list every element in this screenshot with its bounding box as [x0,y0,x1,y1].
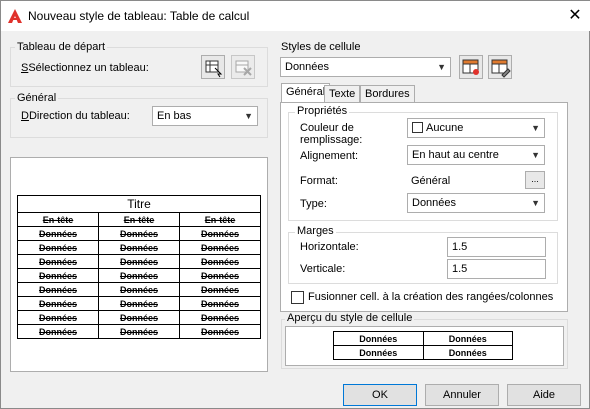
cell-style-select[interactable]: Données ▼ [280,57,451,77]
title-bar: Nouveau style de tableau: Table de calcu… [1,1,590,31]
preview-data-cell: Données [179,324,261,339]
table-direction-label: DDirection du tableau: [21,110,130,122]
select-table-label: SSélectionnez un tableau: [21,62,149,74]
new-cell-style-icon [462,59,479,75]
preview-data-cell: Données [98,240,180,255]
cell-preview-cell: Données [422,331,513,346]
preview-data-cell: Données [98,282,180,297]
preview-data-cell: Données [98,296,180,311]
properties-legend: Propriétés [295,105,350,117]
starting-table-legend: Tableau de départ [15,41,108,53]
preview-data-cell: Données [98,324,180,339]
preview-data-cell: Données [17,226,99,241]
preview-data-cell: Données [179,240,261,255]
horizontal-margin-label: Horizontale: [300,241,359,253]
format-label: Format: [300,175,338,187]
table-row: Données Données Données [17,324,261,339]
cell-styles-legend: Styles de cellule [279,41,363,53]
cell-preview-cell: Données [333,331,424,346]
table-style-dialog: Nouveau style de tableau: Table de calcu… [0,0,590,409]
help-button[interactable]: Aide [507,384,581,406]
cancel-button[interactable]: Annuler [425,384,499,406]
manage-cell-styles-button[interactable] [488,55,512,79]
window-title: Nouveau style de tableau: Table de calcu… [28,9,250,23]
preview-data-cell: Données [98,226,180,241]
cell-preview-cell: Données [333,345,424,360]
preview-data-cell: Données [17,324,99,339]
chevron-down-icon: ▼ [531,150,540,160]
cell-preview-table: Données Données Données Données [333,331,513,360]
general-legend: Général [15,92,59,104]
format-ellipsis-button[interactable]: ... [525,171,545,189]
alignment-label: Alignement: [300,150,359,162]
format-value: Général [411,175,451,187]
cell-preview-cell: Données [422,345,513,360]
table-row: Données Données Données [17,240,261,255]
fill-color-label: Couleur de remplissage: [300,122,363,146]
autocad-logo-icon [8,9,22,23]
horizontal-margin-input[interactable]: 1.5 [447,237,546,257]
vertical-margin-label: Verticale: [300,263,346,275]
table-row: Données Données Données [17,282,261,297]
chevron-down-icon: ▼ [531,123,540,133]
select-table-icon [205,60,223,78]
merge-cells-checkbox[interactable] [291,291,304,304]
fill-color-select[interactable]: Aucune ▼ [407,118,545,138]
chevron-down-icon: ▼ [531,198,540,208]
preview-data-cell: Données [179,268,261,283]
preview-data-cell: Données [17,310,99,325]
table-row: Données Données Données [17,226,261,241]
vertical-margin-input[interactable]: 1.5 [447,259,546,279]
table-row: Données Données Données [17,254,261,269]
preview-header-cell: En-tête [179,212,261,227]
select-table-button[interactable] [201,55,225,79]
table-row: Données Données Données [17,296,261,311]
cell-preview-legend: Aperçu du style de cellule [285,312,415,324]
color-swatch-icon [412,122,423,133]
preview-data-cell: Données [17,282,99,297]
preview-title-cell: Titre [17,195,261,213]
type-label: Type: [300,198,327,210]
preview-data-cell: Données [179,254,261,269]
tab-borders[interactable]: Bordures [360,85,415,103]
preview-data-cell: Données [17,268,99,283]
preview-data-cell: Données [179,296,261,311]
remove-table-button[interactable] [231,55,255,79]
ok-button[interactable]: OK [343,384,417,406]
tab-general[interactable]: Général [281,83,331,103]
preview-data-cell: Données [98,254,180,269]
table-row: Données Données Données [17,268,261,283]
preview-data-cell: Données [17,296,99,311]
manage-cell-styles-icon [491,59,511,78]
alignment-select[interactable]: En haut au centre ▼ [407,145,545,165]
preview-data-cell: Données [179,282,261,297]
create-cell-style-button[interactable] [459,55,483,79]
chevron-down-icon: ▼ [437,62,446,72]
tab-text[interactable]: Texte [324,85,361,103]
remove-table-icon [235,60,252,76]
preview-header-cell: En-tête [98,212,180,227]
table-direction-select[interactable]: En bas ▼ [152,106,258,126]
preview-data-cell: Données [98,310,180,325]
type-select[interactable]: Données ▼ [407,193,545,213]
chevron-down-icon: ▼ [244,111,253,121]
table-row: Données Données Données [17,310,261,325]
preview-header-cell: En-tête [17,212,99,227]
preview-data-cell: Données [179,310,261,325]
close-icon[interactable]: ✕ [563,4,587,28]
merge-cells-label: Fusionner cell. à la création des rangée… [308,291,554,303]
table-preview: Titre En-tête En-tête En-tête Données Don… [17,195,261,339]
preview-data-cell: Données [179,226,261,241]
preview-data-cell: Données [17,254,99,269]
margins-legend: Marges [295,225,336,237]
preview-data-cell: Données [98,268,180,283]
preview-data-cell: Données [17,240,99,255]
